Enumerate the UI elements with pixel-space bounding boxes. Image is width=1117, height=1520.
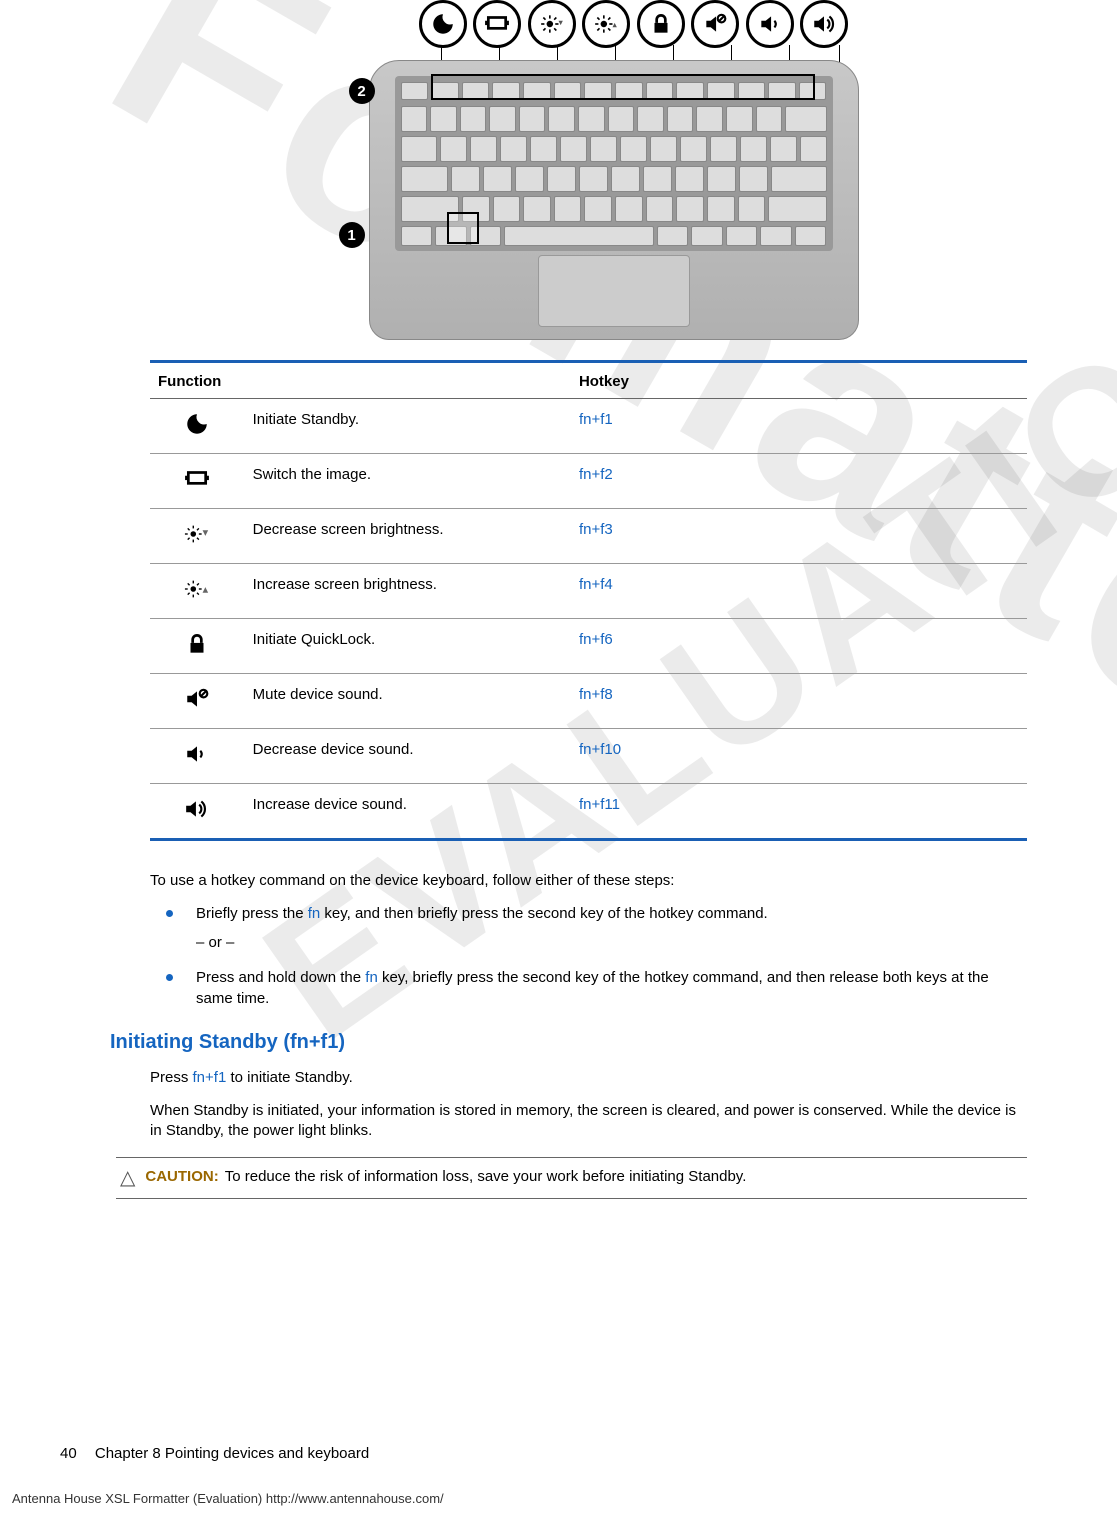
evaluation-line: Antenna House XSL Formatter (Evaluation)… <box>12 1491 444 1506</box>
function-cell: Initiate QuickLock. <box>245 619 571 674</box>
intro-text: To use a hotkey command on the device ke… <box>150 871 1027 891</box>
vol-down-icon <box>150 729 245 784</box>
step-2: Press and hold down the fn key, briefly … <box>150 967 1027 1009</box>
volume-up-icon <box>800 0 848 48</box>
lock-icon <box>150 619 245 674</box>
hotkey-cell: fn+f8 <box>571 674 1027 729</box>
hotkey-cell: fn+f6 <box>571 619 1027 674</box>
table-header-function: Function <box>150 362 571 399</box>
table-row: Mute device sound.fn+f8 <box>150 674 1027 729</box>
chapter-label: Chapter 8 Pointing devices and keyboard <box>95 1445 369 1462</box>
callout-2: 2 <box>349 78 375 104</box>
mute-icon <box>150 674 245 729</box>
fn-key-text: fn <box>308 905 321 922</box>
hotkey-link: fn+f1 <box>193 1069 227 1086</box>
fn-key-text: fn <box>365 969 378 986</box>
section-p2: When Standby is initiated, your informat… <box>150 1101 1027 1142</box>
function-cell: Mute device sound. <box>245 674 571 729</box>
or-text: – or – <box>196 932 1027 953</box>
callout-1: 1 <box>339 222 365 248</box>
table-row: Initiate Standby.fn+f1 <box>150 399 1027 454</box>
table-header-hotkey: Hotkey <box>571 362 1027 399</box>
function-cell: Switch the image. <box>245 454 571 509</box>
vol-up-icon <box>150 784 245 840</box>
section-heading: Initiating Standby (fn+f1) <box>110 1031 1027 1054</box>
display-icon <box>473 0 521 48</box>
table-row: Decrease screen brightness.fn+f3 <box>150 509 1027 564</box>
function-cell: Decrease screen brightness. <box>245 509 571 564</box>
lock-icon <box>637 0 685 48</box>
table-row: Initiate QuickLock.fn+f6 <box>150 619 1027 674</box>
table-row: Increase screen brightness.fn+f4 <box>150 564 1027 619</box>
table-row: Decrease device sound.fn+f10 <box>150 729 1027 784</box>
display-icon <box>150 454 245 509</box>
caution-label: CAUTION: <box>145 1168 218 1185</box>
hotkey-cell: fn+f2 <box>571 454 1027 509</box>
step-1: Briefly press the fn key, and then brief… <box>150 903 1027 953</box>
table-row: Switch the image.fn+f2 <box>150 454 1027 509</box>
function-cell: Increase device sound. <box>245 784 571 840</box>
keyboard-figure: 1 2 <box>319 0 859 340</box>
brightness-up-icon <box>582 0 630 48</box>
caution-box: △ CAUTION: To reduce the risk of informat… <box>116 1157 1027 1199</box>
hotkey-cell: fn+f10 <box>571 729 1027 784</box>
page-number: 40 <box>60 1445 77 1462</box>
bright-down-icon <box>150 509 245 564</box>
page-footer: 40 Chapter 8 Pointing devices and keyboa… <box>60 1445 1057 1462</box>
moon-icon <box>150 399 245 454</box>
function-cell: Initiate Standby. <box>245 399 571 454</box>
bright-up-icon <box>150 564 245 619</box>
mute-icon <box>691 0 739 48</box>
function-cell: Increase screen brightness. <box>245 564 571 619</box>
hotkey-cell: fn+f3 <box>571 509 1027 564</box>
caution-icon: △ <box>120 1168 135 1188</box>
section-p1: Press fn+f1 to initiate Standby. <box>150 1068 1027 1088</box>
hotkey-cell: fn+f11 <box>571 784 1027 840</box>
hotkey-table: Function Hotkey Initiate Standby.fn+f1Sw… <box>150 360 1027 841</box>
hotkey-cell: fn+f4 <box>571 564 1027 619</box>
brightness-down-icon <box>528 0 576 48</box>
table-row: Increase device sound.fn+f11 <box>150 784 1027 840</box>
hotkey-cell: fn+f1 <box>571 399 1027 454</box>
moon-icon <box>419 0 467 48</box>
volume-down-icon <box>746 0 794 48</box>
caution-text: To reduce the risk of information loss, … <box>225 1168 747 1185</box>
function-cell: Decrease device sound. <box>245 729 571 784</box>
